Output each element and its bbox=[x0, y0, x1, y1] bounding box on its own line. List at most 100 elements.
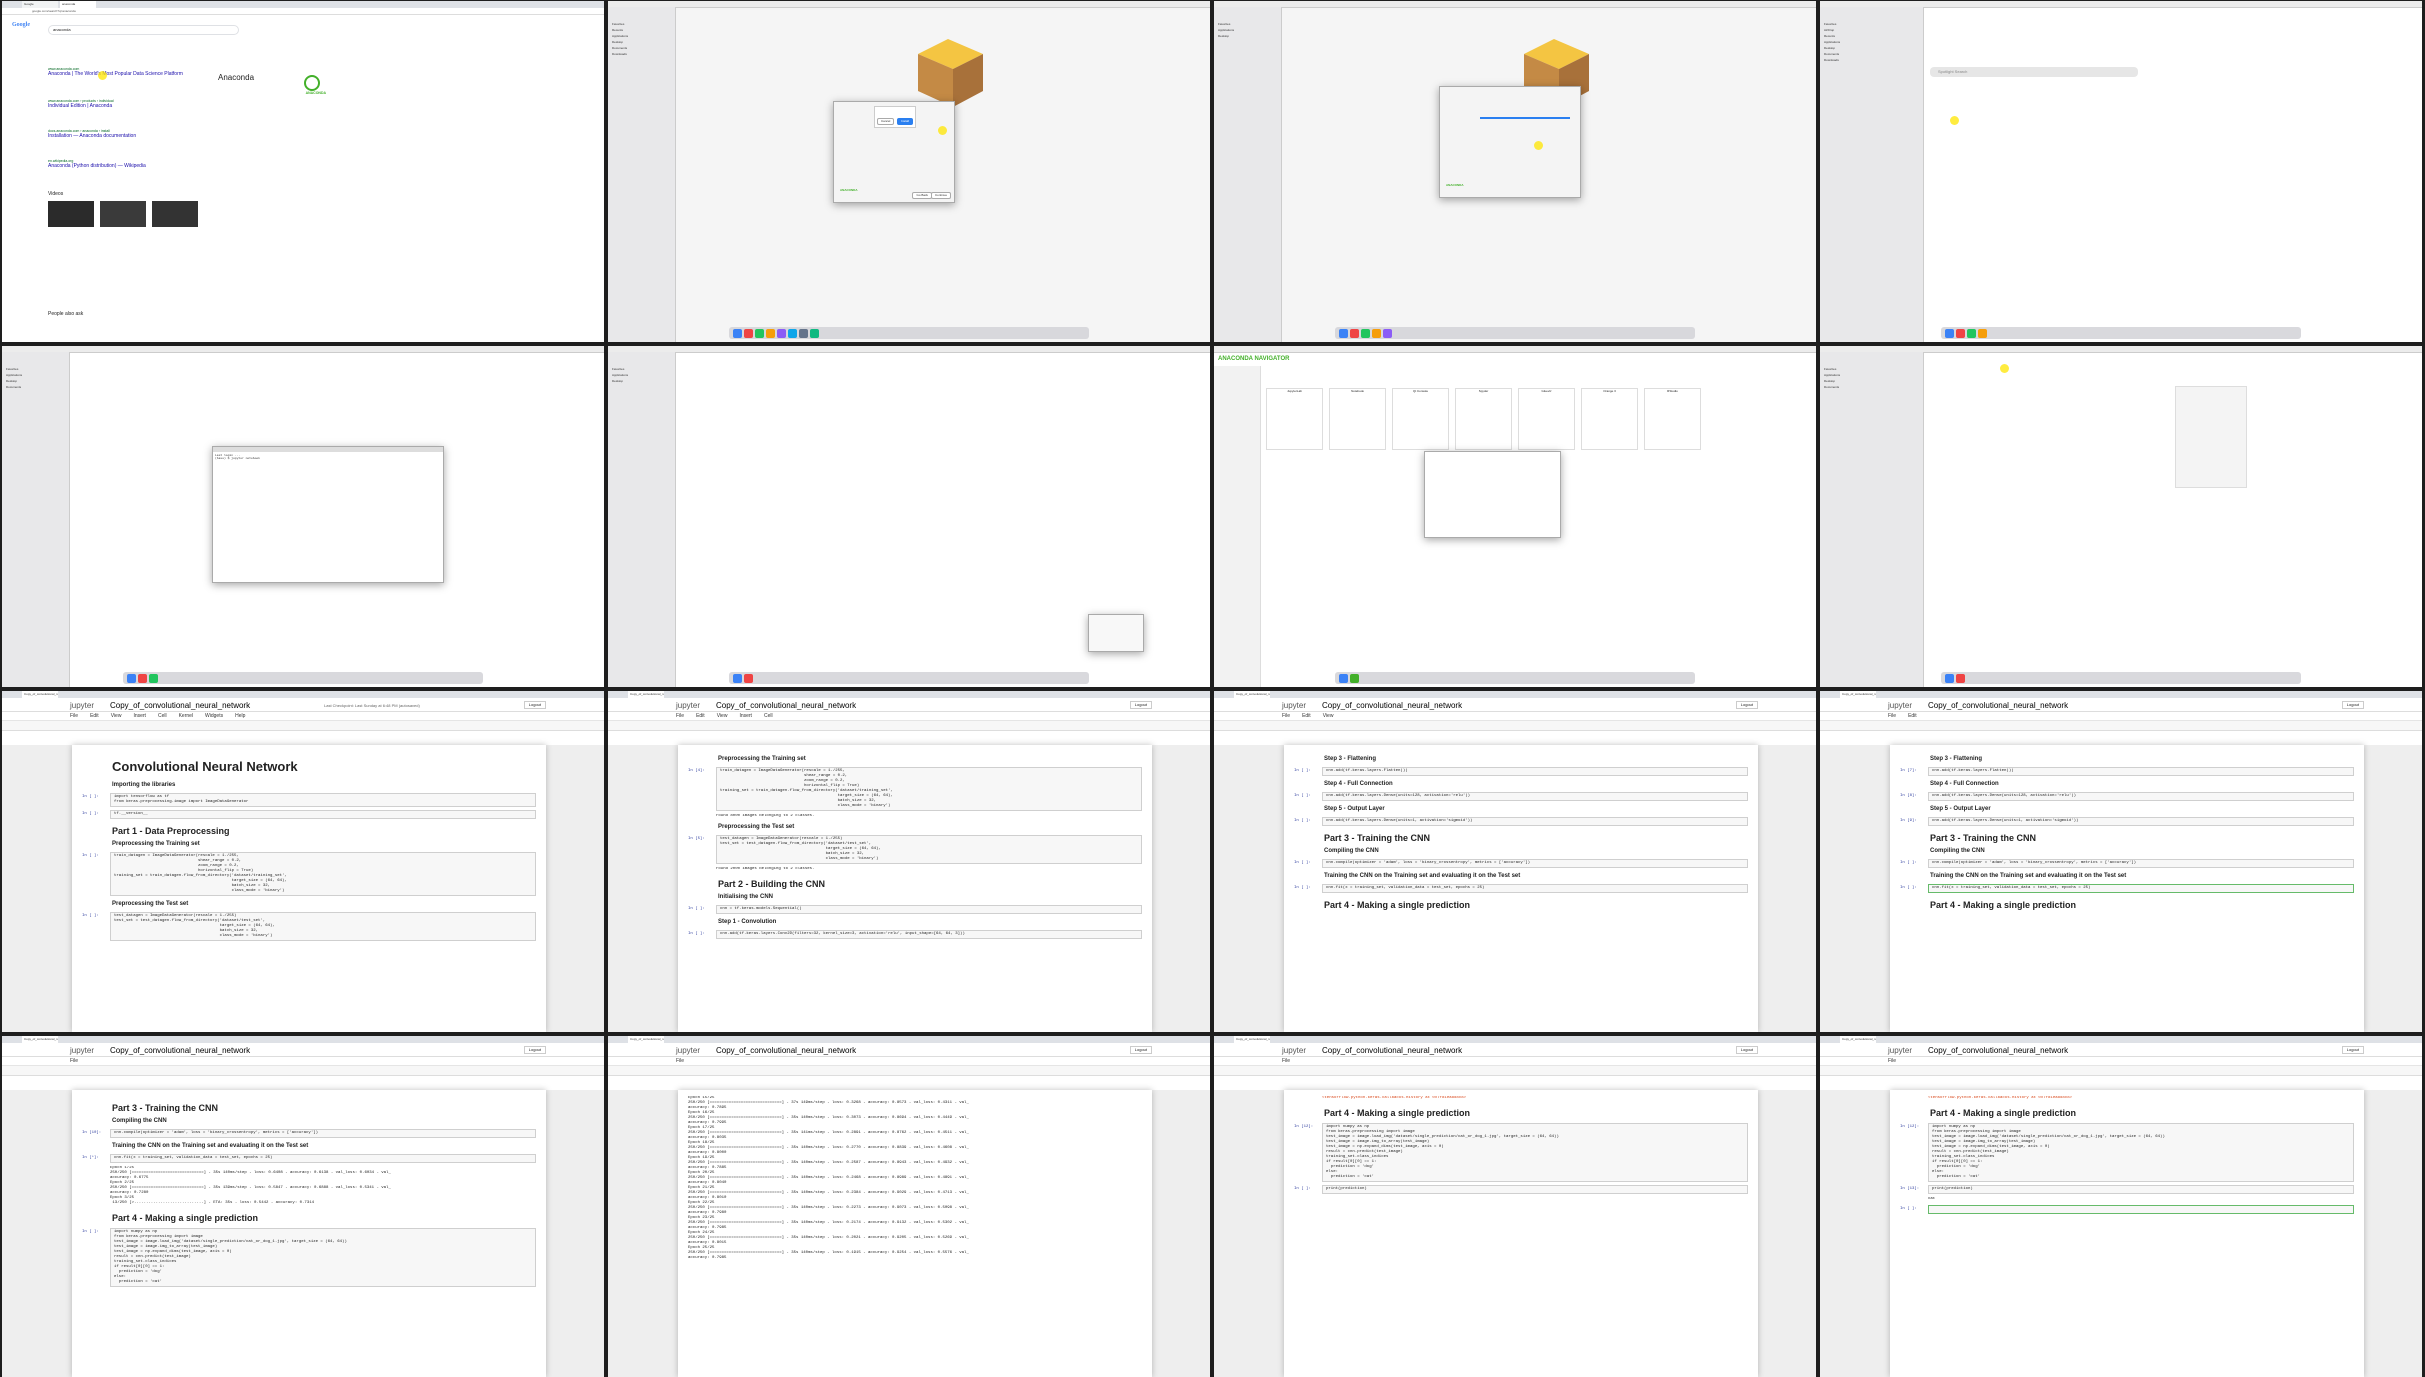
browser-tab-active[interactable]: Copy_of_convolutional_neural_network bbox=[22, 691, 58, 698]
menu-view[interactable]: View bbox=[1323, 713, 1334, 719]
app-icon[interactable] bbox=[1361, 328, 1370, 338]
code-input[interactable]: import numpy as np from keras.preprocess… bbox=[1928, 1123, 2354, 1182]
search-result[interactable]: www.anaconda.com › products › individual… bbox=[48, 99, 114, 109]
finder-icon[interactable] bbox=[1339, 328, 1348, 338]
menu-widgets[interactable]: Widgets bbox=[205, 713, 223, 719]
code-cell[interactable]: In [ ]: cnn.fit(x = training_set, validat… bbox=[1294, 884, 1748, 893]
logout-button[interactable]: Logout bbox=[523, 701, 546, 709]
logout-button[interactable]: Logout bbox=[1735, 1046, 1758, 1054]
code-cell[interactable]: In [9]: cnn.add(tf.keras.layers.Dense(uni… bbox=[1900, 817, 2354, 826]
code-cell[interactable]: In [ ]: cnn.compile(optimizer = 'adam', l… bbox=[1900, 859, 2354, 868]
logout-button[interactable]: Logout bbox=[523, 1046, 546, 1054]
code-cell[interactable]: In [ ]: cnn.compile(optimizer = 'adam', l… bbox=[1294, 859, 1748, 868]
menu-edit[interactable]: Edit bbox=[90, 713, 99, 719]
code-input[interactable]: tf.__version__ bbox=[110, 810, 536, 819]
browser-tab-active[interactable]: Copy_of_convolutional_neural_network bbox=[1234, 1036, 1270, 1043]
code-cell[interactable]: In [ ]: print(prediction) bbox=[1294, 1185, 1748, 1194]
code-input[interactable]: print(prediction) bbox=[1322, 1185, 1748, 1194]
finder-icon[interactable] bbox=[733, 328, 742, 338]
search-result[interactable]: docs.anaconda.com › anaconda › install I… bbox=[48, 129, 136, 139]
code-input[interactable] bbox=[1928, 1205, 2354, 1214]
menu-kernel[interactable]: Kernel bbox=[179, 713, 193, 719]
finder-icon[interactable] bbox=[1945, 328, 1954, 338]
menu-cell[interactable]: Cell bbox=[158, 713, 167, 719]
browser-tab-active[interactable]: Copy_of_convolutional_neural_network bbox=[1840, 691, 1876, 698]
jupyter-logo[interactable]: jupyter bbox=[1888, 701, 1912, 710]
notebook-title[interactable]: Copy_of_convolutional_neural_network bbox=[110, 701, 250, 710]
code-input[interactable]: test_datagen = ImageDataGenerator(rescal… bbox=[110, 912, 536, 941]
browser-tab-active[interactable]: Copy_of_convolutional_neural_network bbox=[628, 1036, 664, 1043]
code-cell[interactable]: In [ ]: import tensorflow as tf from kera… bbox=[82, 793, 536, 807]
app-icon[interactable] bbox=[1372, 328, 1381, 338]
result-title[interactable]: Individual Edition | Anaconda bbox=[48, 103, 114, 109]
app-icon[interactable] bbox=[1956, 673, 1965, 683]
code-input[interactable]: import tensorflow as tf from keras.prepr… bbox=[110, 793, 536, 807]
video-thumbnail[interactable] bbox=[152, 201, 198, 227]
app-card[interactable]: RStudio bbox=[1644, 388, 1701, 450]
app-icon[interactable] bbox=[788, 328, 797, 338]
app-icon[interactable] bbox=[799, 328, 808, 338]
menu-view[interactable]: View bbox=[717, 713, 728, 719]
code-input[interactable]: test_datagen = ImageDataGenerator(rescal… bbox=[716, 835, 1142, 864]
code-cell[interactable]: In [*]: cnn.fit(x = training_set, validat… bbox=[82, 1154, 536, 1163]
code-input[interactable]: import numpy as np from keras.preprocess… bbox=[110, 1228, 536, 1287]
browser-tab-active[interactable]: Copy_of_convolutional_neural_network bbox=[1840, 1036, 1876, 1043]
menu-cell[interactable]: Cell bbox=[764, 713, 773, 719]
jupyter-logo[interactable]: jupyter bbox=[1282, 1046, 1306, 1055]
back-button[interactable]: Go Back bbox=[912, 192, 932, 199]
app-card[interactable]: Glueviz bbox=[1518, 388, 1575, 450]
code-input[interactable]: cnn.add(tf.keras.layers.Dense(units=128,… bbox=[1928, 792, 2354, 801]
code-cell[interactable]: In [10]: cnn.compile(optimizer = 'adam', … bbox=[82, 1129, 536, 1138]
app-card[interactable]: Qt Console bbox=[1392, 388, 1449, 450]
code-cell[interactable]: In [ ]: cnn.fit(x = training_set, validat… bbox=[1900, 884, 2354, 893]
finder-icon[interactable] bbox=[1339, 673, 1348, 683]
notebook-title[interactable]: Copy_of_convolutional_neural_network bbox=[110, 1046, 250, 1055]
code-cell[interactable]: In [ ]: import numpy as np from keras.pre… bbox=[82, 1228, 536, 1287]
jupyter-logo[interactable]: jupyter bbox=[70, 701, 94, 710]
continue-button[interactable]: Continue bbox=[930, 192, 951, 199]
code-cell[interactable]: In [13]: print(prediction) bbox=[1900, 1185, 2354, 1194]
app-card[interactable]: Spyder bbox=[1455, 388, 1512, 450]
jupyter-logo[interactable]: jupyter bbox=[676, 701, 700, 710]
menu-edit[interactable]: Edit bbox=[696, 713, 705, 719]
menu-edit[interactable]: Edit bbox=[1908, 713, 1917, 719]
finder-icon[interactable] bbox=[127, 673, 136, 683]
code-input[interactable]: cnn.add(tf.keras.layers.Flatten()) bbox=[1322, 767, 1748, 776]
menu-help[interactable]: Help bbox=[235, 713, 245, 719]
app-icon[interactable] bbox=[1350, 328, 1359, 338]
app-card[interactable]: JupyterLab bbox=[1266, 388, 1323, 450]
app-icon[interactable] bbox=[744, 328, 753, 338]
code-input[interactable]: print(prediction) bbox=[1928, 1185, 2354, 1194]
app-card[interactable]: Orange 3 bbox=[1581, 388, 1638, 450]
app-icon[interactable] bbox=[810, 328, 819, 338]
menu-file[interactable]: File bbox=[70, 1058, 78, 1064]
search-result[interactable]: www.anaconda.com Anaconda | The World's … bbox=[48, 67, 183, 77]
jupyter-logo[interactable]: jupyter bbox=[676, 1046, 700, 1055]
code-cell[interactable]: In [ ]: tf.__version__ bbox=[82, 810, 536, 819]
menu-file[interactable]: File bbox=[676, 713, 684, 719]
app-icon[interactable] bbox=[138, 673, 147, 683]
code-cell[interactable]: In [ ]: cnn.add(tf.keras.layers.Dense(uni… bbox=[1294, 817, 1748, 826]
code-cell[interactable]: In [ ]: train_datagen = ImageDataGenerato… bbox=[82, 852, 536, 896]
menu-file[interactable]: File bbox=[676, 1058, 684, 1064]
anaconda-icon[interactable] bbox=[1350, 673, 1359, 683]
search-result[interactable]: en.wikipedia.org Anaconda (Python distri… bbox=[48, 159, 146, 169]
menu-insert[interactable]: Insert bbox=[133, 713, 146, 719]
notebook-title[interactable]: Copy_of_convolutional_neural_network bbox=[716, 1046, 856, 1055]
code-input[interactable]: cnn.add(tf.keras.layers.Dense(units=1, a… bbox=[1928, 817, 2354, 826]
cancel-button[interactable]: Cancel bbox=[877, 118, 895, 125]
app-icon[interactable] bbox=[777, 328, 786, 338]
search-input[interactable]: anaconda bbox=[48, 25, 239, 35]
app-icon[interactable] bbox=[766, 328, 775, 338]
code-input[interactable]: cnn.fit(x = training_set, validation_dat… bbox=[1322, 884, 1748, 893]
app-icon[interactable] bbox=[744, 673, 753, 683]
code-input[interactable]: cnn.compile(optimizer = 'adam', loss = '… bbox=[1928, 859, 2354, 868]
code-input[interactable]: cnn = tf.keras.models.Sequential() bbox=[716, 905, 1142, 914]
code-input[interactable]: train_datagen = ImageDataGenerator(resca… bbox=[110, 852, 536, 896]
menu-file[interactable]: File bbox=[1888, 1058, 1896, 1064]
finder-icon[interactable] bbox=[1945, 673, 1954, 683]
app-icon[interactable] bbox=[1956, 328, 1965, 338]
code-input[interactable]: cnn.add(tf.keras.layers.Dense(units=128,… bbox=[1322, 792, 1748, 801]
result-title[interactable]: Anaconda | The World's Most Popular Data… bbox=[48, 71, 183, 77]
browser-tab-active[interactable]: Copy_of_convolutional_neural_network bbox=[1234, 691, 1270, 698]
